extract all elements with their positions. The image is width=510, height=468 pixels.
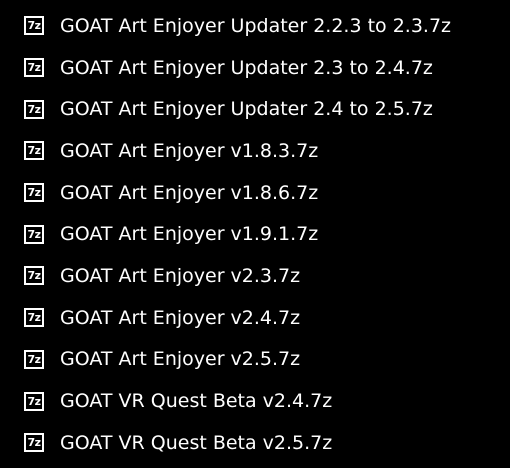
icon-label: 7z [26, 143, 42, 159]
7z-archive-icon: 7z [24, 391, 44, 411]
icon-label: 7z [26, 435, 42, 451]
file-name: GOAT Art Enjoyer v1.9.1.7z [60, 223, 319, 246]
icon-label: 7z [26, 185, 42, 201]
7z-archive-icon: 7z [24, 433, 44, 453]
file-item[interactable]: 7z GOAT VR Quest Beta v2.5.7z [0, 422, 510, 464]
file-name: GOAT VR Quest Beta v2.5.7z [60, 431, 333, 454]
7z-archive-icon: 7z [24, 183, 44, 203]
icon-label: 7z [26, 351, 42, 367]
file-item[interactable]: 7z GOAT Art Enjoyer Updater 2.2.3 to 2.3… [0, 5, 510, 47]
icon-label: 7z [26, 393, 42, 409]
7z-archive-icon: 7z [24, 266, 44, 286]
file-name: GOAT Art Enjoyer v2.4.7z [60, 306, 301, 329]
icon-label: 7z [26, 60, 42, 76]
file-name: GOAT Art Enjoyer Updater 2.4 to 2.5.7z [60, 98, 433, 121]
7z-archive-icon: 7z [24, 349, 44, 369]
icon-label: 7z [26, 101, 42, 117]
7z-archive-icon: 7z [24, 16, 44, 36]
file-item[interactable]: 7z GOAT Art Enjoyer Updater 2.3 to 2.4.7… [0, 47, 510, 89]
file-item[interactable]: 7z GOAT Art Enjoyer v1.8.6.7z [0, 172, 510, 214]
file-item[interactable]: 7z GOAT Art Enjoyer v2.4.7z [0, 297, 510, 339]
file-name: GOAT Art Enjoyer v1.8.6.7z [60, 181, 319, 204]
file-name: GOAT Art Enjoyer Updater 2.2.3 to 2.3.7z [60, 14, 452, 37]
file-list: 7z GOAT Art Enjoyer Updater 2.2.3 to 2.3… [0, 0, 510, 468]
file-item[interactable]: 7z GOAT Art Enjoyer v1.8.3.7z [0, 130, 510, 172]
file-name: GOAT Art Enjoyer Updater 2.3 to 2.4.7z [60, 56, 433, 79]
file-name: GOAT Art Enjoyer v2.3.7z [60, 264, 301, 287]
7z-archive-icon: 7z [24, 99, 44, 119]
file-name: GOAT Art Enjoyer v1.8.3.7z [60, 139, 319, 162]
file-item[interactable]: 7z GOAT Art Enjoyer v2.3.7z [0, 255, 510, 297]
file-item[interactable]: 7z GOAT Art Enjoyer v2.5.7z [0, 339, 510, 381]
file-item[interactable]: 7z GOAT Art Enjoyer Updater 2.4 to 2.5.7… [0, 88, 510, 130]
7z-archive-icon: 7z [24, 141, 44, 161]
7z-archive-icon: 7z [24, 224, 44, 244]
icon-label: 7z [26, 310, 42, 326]
icon-label: 7z [26, 18, 42, 34]
file-name: GOAT VR Quest Beta v2.4.7z [60, 390, 333, 413]
file-item[interactable]: 7z GOAT Art Enjoyer v1.9.1.7z [0, 213, 510, 255]
file-item[interactable]: 7z GOAT VR Quest Beta v2.4.7z [0, 380, 510, 422]
7z-archive-icon: 7z [24, 308, 44, 328]
icon-label: 7z [26, 268, 42, 284]
7z-archive-icon: 7z [24, 58, 44, 78]
file-name: GOAT Art Enjoyer v2.5.7z [60, 348, 301, 371]
icon-label: 7z [26, 226, 42, 242]
